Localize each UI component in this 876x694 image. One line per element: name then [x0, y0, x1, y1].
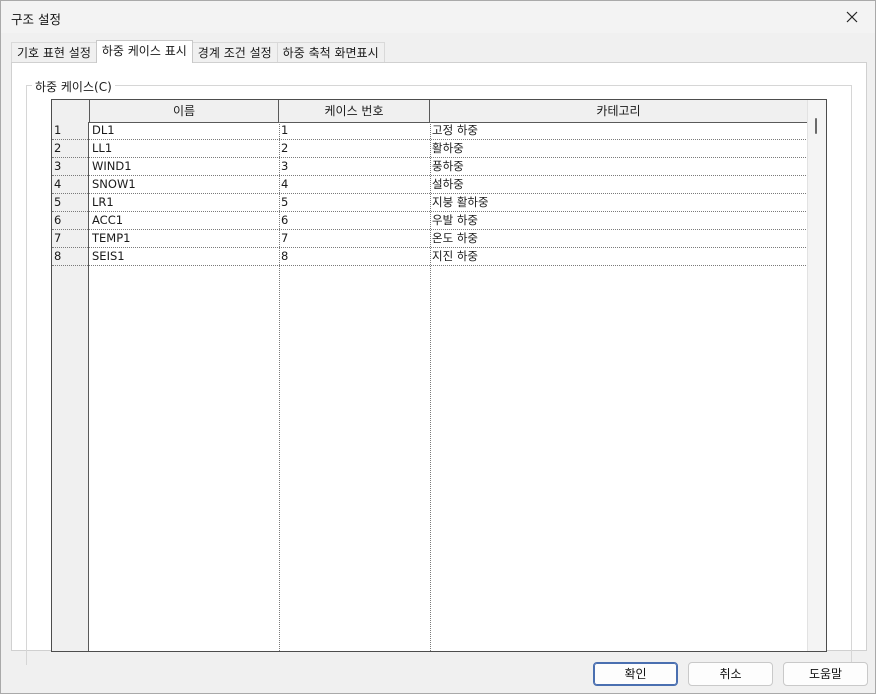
- cell-category[interactable]: 온도 하중: [432, 230, 802, 247]
- table-row[interactable]: 1 DL1 1 고정 하중: [52, 122, 808, 140]
- row-number[interactable]: 8: [54, 248, 88, 265]
- tab-symbolic-representation[interactable]: 기호 표현 설정: [11, 42, 97, 63]
- vertical-scrollbar[interactable]: [807, 100, 826, 651]
- table-body: 1 DL1 1 고정 하중 2 LL1 2 활하중 3 WIND1 3 풍하중: [52, 122, 808, 266]
- row-number[interactable]: 6: [54, 212, 88, 229]
- table-row[interactable]: 6 ACC1 6 우발 하중: [52, 212, 808, 230]
- cell-category[interactable]: 설하중: [432, 176, 802, 193]
- tab-strip: 기호 표현 설정 하중 케이스 표시 경계 조건 설정 하중 축척 화면표시: [11, 40, 385, 63]
- tab-load-scale-display[interactable]: 하중 축척 화면표시: [276, 42, 385, 63]
- row-number[interactable]: 2: [54, 140, 88, 157]
- load-cases-group-label: 하중 케이스(C): [32, 78, 115, 95]
- column-header-name[interactable]: 이름: [90, 100, 279, 122]
- table-row[interactable]: 8 SEIS1 8 지진 하중: [52, 248, 808, 266]
- cell-name[interactable]: LR1: [92, 194, 278, 211]
- row-number[interactable]: 3: [54, 158, 88, 175]
- table-header: 이름 케이스 번호 카테고리: [52, 100, 808, 123]
- cell-case-number[interactable]: 7: [281, 230, 429, 247]
- cell-name[interactable]: TEMP1: [92, 230, 278, 247]
- cell-name[interactable]: SNOW1: [92, 176, 278, 193]
- tab-boundary-conditions[interactable]: 경계 조건 설정: [191, 42, 278, 63]
- tab-load-cases[interactable]: 하중 케이스 표시: [95, 40, 193, 63]
- cell-case-number[interactable]: 5: [281, 194, 429, 211]
- cell-name[interactable]: DL1: [92, 122, 278, 139]
- cell-category[interactable]: 고정 하중: [432, 122, 802, 139]
- cancel-button[interactable]: 취소: [688, 662, 773, 686]
- cell-category[interactable]: 활하중: [432, 140, 802, 157]
- close-icon: [846, 11, 858, 23]
- cell-name[interactable]: WIND1: [92, 158, 278, 175]
- close-button[interactable]: [829, 1, 875, 33]
- row-number[interactable]: 4: [54, 176, 88, 193]
- load-cases-panel: 하중 케이스(C) 이름 케이스 번호 카테고리 1 DL1 1 고정 하중 2…: [11, 62, 867, 665]
- row-number-header: [52, 100, 90, 122]
- cell-case-number[interactable]: 1: [281, 122, 429, 139]
- cell-name[interactable]: SEIS1: [92, 248, 278, 265]
- cell-name[interactable]: ACC1: [92, 212, 278, 229]
- table-row[interactable]: 2 LL1 2 활하중: [52, 140, 808, 158]
- column-header-case-number[interactable]: 케이스 번호: [279, 100, 430, 122]
- cell-category[interactable]: 지진 하중: [432, 248, 802, 265]
- cell-case-number[interactable]: 6: [281, 212, 429, 229]
- scrollbar-thumb[interactable]: [815, 118, 817, 134]
- cell-category[interactable]: 풍하중: [432, 158, 802, 175]
- cell-case-number[interactable]: 2: [281, 140, 429, 157]
- cell-category[interactable]: 우발 하중: [432, 212, 802, 229]
- table-row[interactable]: 3 WIND1 3 풍하중: [52, 158, 808, 176]
- row-number[interactable]: 1: [54, 122, 88, 139]
- title-bar: 구조 설정: [1, 1, 875, 33]
- cell-case-number[interactable]: 8: [281, 248, 429, 265]
- table-row[interactable]: 7 TEMP1 7 온도 하중: [52, 230, 808, 248]
- dialog-title: 구조 설정: [11, 12, 61, 27]
- cell-name[interactable]: LL1: [92, 140, 278, 157]
- structural-settings-dialog: 구조 설정 기호 표현 설정 하중 케이스 표시 경계 조건 설정 하중 축척 …: [0, 0, 876, 694]
- cell-case-number[interactable]: 3: [281, 158, 429, 175]
- cell-case-number[interactable]: 4: [281, 176, 429, 193]
- ok-button[interactable]: 확인: [593, 662, 678, 686]
- row-number[interactable]: 5: [54, 194, 88, 211]
- cell-category[interactable]: 지붕 활하중: [432, 194, 802, 211]
- row-number[interactable]: 7: [54, 230, 88, 247]
- column-header-category[interactable]: 카테고리: [430, 100, 808, 122]
- help-button[interactable]: 도움말: [783, 662, 868, 686]
- load-cases-table: 이름 케이스 번호 카테고리 1 DL1 1 고정 하중 2 LL1 2 활하중…: [51, 99, 827, 652]
- table-row[interactable]: 4 SNOW1 4 설하중: [52, 176, 808, 194]
- table-row[interactable]: 5 LR1 5 지붕 활하중: [52, 194, 808, 212]
